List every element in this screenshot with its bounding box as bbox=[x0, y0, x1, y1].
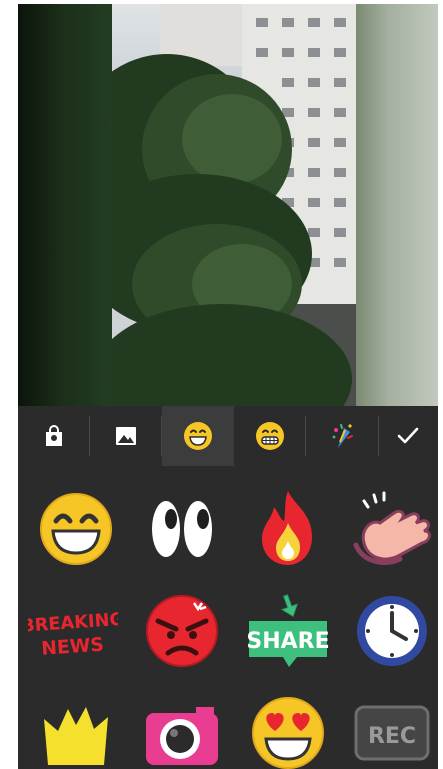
sticker-fire[interactable] bbox=[243, 484, 333, 574]
window bbox=[334, 48, 346, 57]
window bbox=[334, 198, 346, 207]
heart-eyes-face-icon bbox=[252, 697, 324, 769]
camera-icon bbox=[146, 707, 218, 765]
window bbox=[256, 48, 268, 57]
sticker-camera[interactable] bbox=[137, 688, 227, 769]
clock-icon bbox=[357, 596, 427, 666]
eyes-icon bbox=[152, 501, 212, 557]
tab-emoji-grin[interactable] bbox=[162, 406, 234, 466]
window bbox=[308, 78, 320, 87]
breaking-news-sticker: BREAKING NEWS bbox=[28, 609, 118, 660]
image-icon bbox=[116, 427, 136, 445]
tab-gallery[interactable] bbox=[90, 406, 162, 466]
tab-emoji-grimace[interactable] bbox=[234, 406, 306, 466]
window bbox=[308, 138, 320, 147]
share-sticker: SHARE bbox=[246, 594, 330, 667]
blurred-backdrop-left bbox=[18, 4, 112, 406]
sticker-rec[interactable]: REC bbox=[347, 688, 437, 769]
grimacing-face-icon bbox=[256, 422, 284, 450]
tab-effects[interactable] bbox=[306, 406, 378, 466]
window bbox=[308, 108, 320, 117]
share-label: SHARE bbox=[246, 629, 329, 654]
blurred-backdrop-right bbox=[356, 4, 438, 406]
sticker-share[interactable]: SHARE bbox=[243, 586, 333, 676]
window bbox=[334, 78, 346, 87]
breaking-news-line2: NEWS bbox=[41, 635, 105, 660]
window bbox=[334, 228, 346, 237]
window bbox=[308, 198, 320, 207]
right-border bbox=[438, 0, 443, 769]
shopping-bag-icon bbox=[46, 425, 62, 446]
sticker-grin[interactable] bbox=[31, 484, 121, 574]
rec-label: REC bbox=[368, 724, 416, 749]
sticker-angry[interactable] bbox=[137, 586, 227, 676]
tab-sticker-store[interactable] bbox=[18, 406, 90, 466]
grinning-face-icon bbox=[40, 493, 112, 565]
video-frame bbox=[112, 4, 356, 406]
video-preview[interactable] bbox=[18, 4, 438, 406]
sticker-category-tabs bbox=[18, 406, 438, 466]
window bbox=[308, 228, 320, 237]
window bbox=[334, 108, 346, 117]
angry-face-icon bbox=[146, 595, 218, 667]
crown-icon bbox=[44, 707, 108, 765]
party-popper-icon bbox=[332, 424, 353, 448]
sticker-wave-hand[interactable] bbox=[347, 484, 437, 574]
grinning-face-icon bbox=[184, 422, 212, 450]
tree-canopy bbox=[182, 94, 282, 184]
confirm-button[interactable] bbox=[378, 406, 438, 466]
window bbox=[282, 78, 294, 87]
window bbox=[282, 18, 294, 27]
left-border bbox=[0, 0, 18, 769]
window bbox=[334, 168, 346, 177]
window bbox=[282, 48, 294, 57]
sticker-panel: BREAKING NEWS SHARE REC bbox=[18, 406, 438, 769]
sticker-crown[interactable] bbox=[31, 688, 121, 769]
sticker-breaking-news[interactable]: BREAKING NEWS bbox=[28, 588, 118, 678]
breaking-news-line1: BREAKING bbox=[28, 609, 118, 637]
sticker-heart-eyes[interactable] bbox=[243, 688, 333, 769]
app-root: BREAKING NEWS SHARE REC bbox=[0, 0, 443, 769]
sticker-grid: BREAKING NEWS SHARE REC bbox=[18, 466, 438, 769]
sticker-clock[interactable] bbox=[347, 586, 437, 676]
window bbox=[256, 18, 268, 27]
rec-sticker: REC bbox=[354, 705, 430, 761]
waving-hand-icon bbox=[353, 491, 431, 565]
window bbox=[334, 258, 346, 267]
checkmark-icon bbox=[397, 427, 419, 444]
window bbox=[308, 18, 320, 27]
window bbox=[334, 18, 346, 27]
window bbox=[308, 48, 320, 57]
window bbox=[308, 168, 320, 177]
window bbox=[334, 138, 346, 147]
sticker-eyes[interactable] bbox=[137, 484, 227, 574]
fire-icon bbox=[262, 491, 312, 565]
